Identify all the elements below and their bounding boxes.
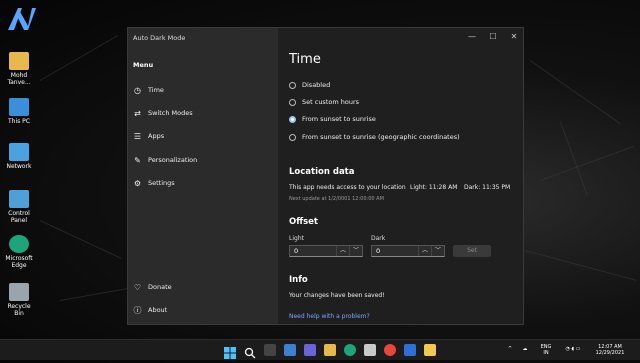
increment-button[interactable]: ︿ (336, 246, 349, 256)
window-title: Auto Dark Mode (133, 34, 186, 42)
location-heading: Location data (289, 167, 355, 177)
store-icon[interactable] (364, 344, 376, 356)
sidebar-item-label: Personalization (148, 156, 198, 164)
help-link[interactable]: Need help with a problem? (289, 313, 370, 320)
clock-icon: ◷ (134, 85, 141, 95)
task-view-icon[interactable] (264, 344, 276, 356)
radio-circle-selected (289, 115, 296, 123)
taskbar: ^ ☁ ENG IN ◔ ◖ ▭ 12:07 AM 12/29/2021 (0, 339, 640, 360)
offset-dark-input[interactable]: 0 ︿ ﹀ (371, 245, 445, 257)
cloud-icon[interactable]: ☁ (520, 346, 530, 352)
chevron-up-icon[interactable]: ^ (505, 346, 515, 352)
decrement-button[interactable]: ﹀ (349, 246, 362, 256)
edge-icon[interactable] (344, 344, 356, 356)
switch-icon: ⇄ (134, 108, 141, 118)
info-heading: Info (289, 275, 308, 285)
dark-time: Dark: 11:35 PM (464, 184, 511, 191)
info-icon: ⓘ (133, 305, 142, 315)
widgets-icon[interactable] (284, 344, 296, 356)
offset-dark-label: Dark (371, 235, 386, 242)
desktop-icon-network[interactable]: Network (2, 143, 36, 170)
desktop-icon-this-pc[interactable]: This PC (2, 98, 36, 125)
sidebar-item-apps[interactable]: ☰ Apps (133, 129, 273, 143)
app-window: Auto Dark Mode Menu ◷ Time ⇄ Switch Mode… (127, 27, 524, 325)
info-message: Your changes have been saved! (289, 292, 385, 299)
sidebar-item-switch-modes[interactable]: ⇄ Switch Modes (133, 106, 273, 120)
sidebar-item-label: Donate (148, 283, 172, 291)
light-time: Light: 11:28 AM (410, 184, 458, 191)
desktop-logo (4, 4, 40, 34)
sidebar-item-label: About (148, 306, 168, 314)
next-update: Next update at 1/2/0001 12:00:00 AM (289, 196, 384, 202)
sidebar-item-about[interactable]: ⓘ About (133, 303, 273, 317)
sidebar-item-donate[interactable]: ♡ Donate (133, 280, 273, 294)
edge-icon (9, 235, 29, 253)
menu-title: Menu (133, 61, 154, 69)
auto-dark-mode-icon[interactable] (424, 344, 436, 356)
location-message: This app needs access to your location (289, 184, 406, 191)
radio-circle (289, 98, 296, 106)
start-button[interactable] (224, 344, 236, 359)
network-icon (9, 143, 29, 161)
content-pane: Time Disabled Set custom hours From suns… (289, 28, 523, 324)
desktop-icon-edge[interactable]: Microsoft Edge (2, 235, 36, 269)
list-icon: ☰ (133, 131, 142, 141)
sidebar-item-label: Apps (148, 132, 165, 140)
decrement-button[interactable]: ﹀ (431, 246, 444, 256)
increment-button[interactable]: ︿ (418, 246, 431, 256)
radio-circle (289, 133, 296, 141)
language-indicator[interactable]: ENG IN (538, 344, 554, 356)
sidebar-item-settings[interactable]: ⚙ Settings (133, 176, 273, 190)
sidebar-item-label: Switch Modes (148, 109, 193, 117)
recycle-bin-icon (9, 283, 29, 301)
sidebar-item-label: Settings (148, 179, 175, 187)
sidebar: Auto Dark Mode Menu ◷ Time ⇄ Switch Mode… (128, 28, 278, 324)
offset-heading: Offset (289, 217, 318, 227)
page-title: Time (289, 52, 321, 67)
clock[interactable]: 12:07 AM 12/29/2021 (590, 344, 630, 356)
desktop-icon-control-panel[interactable]: Control Panel (2, 190, 36, 224)
heart-icon: ♡ (133, 282, 142, 292)
app-icon[interactable] (404, 344, 416, 356)
search-icon[interactable] (244, 344, 256, 359)
radio-disabled[interactable]: Disabled (289, 79, 330, 91)
sidebar-item-label: Time (148, 86, 164, 94)
offset-light-label: Light (289, 235, 304, 242)
radio-circle (289, 81, 296, 89)
offset-light-input[interactable]: 0 ︿ ﹀ (289, 245, 363, 257)
network-volume-battery-icons[interactable]: ◔ ◖ ▭ (558, 346, 588, 352)
computer-icon (9, 98, 29, 116)
desktop-icon-user-folder[interactable]: Mohd Tanve... (2, 52, 36, 86)
chat-icon[interactable] (304, 344, 316, 356)
control-panel-icon (9, 190, 29, 208)
folder-icon (9, 52, 29, 70)
desktop-icon-recycle-bin[interactable]: Recycle Bin (2, 283, 36, 317)
radio-custom-hours[interactable]: Set custom hours (289, 96, 359, 108)
file-explorer-icon[interactable] (324, 344, 336, 356)
radio-sunset-to-sunrise[interactable]: From sunset to sunrise (289, 113, 376, 125)
radio-geographic-coordinates[interactable]: From sunset to sunrise (geographic coord… (289, 131, 460, 143)
sidebar-item-personalization[interactable]: ✎ Personalization (133, 153, 273, 167)
set-button[interactable]: Set (453, 245, 491, 257)
chrome-icon[interactable] (384, 344, 396, 356)
sidebar-item-time[interactable]: ◷ Time (133, 83, 273, 97)
gear-icon: ⚙ (133, 178, 142, 188)
palette-icon: ✎ (134, 155, 141, 165)
